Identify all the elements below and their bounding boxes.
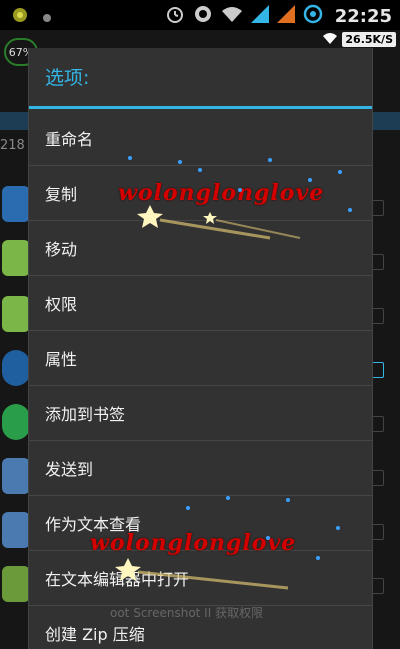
dot-icon xyxy=(42,8,52,27)
sparkle-icon xyxy=(115,496,340,590)
network-speed-badge: 26.5K/S xyxy=(322,30,396,48)
wifi-icon xyxy=(322,32,338,47)
menu-item-label: 权限 xyxy=(45,295,78,314)
data-icon xyxy=(303,4,323,28)
android-icon xyxy=(2,566,30,602)
menu-item-label: 添加到书签 xyxy=(45,405,126,424)
menu-item-permissions[interactable]: 权限 xyxy=(29,276,372,331)
app-icon xyxy=(2,350,30,386)
dialog-header: 选项: xyxy=(29,48,372,109)
sparkle-icon xyxy=(128,156,352,240)
background-hint-text: oot Screenshot II 获取权限 xyxy=(110,606,264,620)
android-icon xyxy=(2,296,30,332)
dialog-title: 选项: xyxy=(45,67,90,89)
wifi-icon xyxy=(221,5,243,27)
app-icon xyxy=(2,512,30,548)
android-debug-icon xyxy=(12,7,28,27)
menu-item-label: 移动 xyxy=(45,240,78,259)
menu-item-label: 发送到 xyxy=(45,460,94,479)
network-speed: 26.5K/S xyxy=(342,31,396,47)
app-icon xyxy=(2,458,30,494)
alarm-icon xyxy=(165,4,185,28)
menu-item-label: 复制 xyxy=(45,185,78,204)
menu-item-label: 属性 xyxy=(45,350,78,369)
signal-icon-2 xyxy=(276,5,295,27)
signal-icon xyxy=(250,5,269,27)
app-icon xyxy=(2,404,30,440)
clock: 22:25 xyxy=(334,5,392,27)
menu-item-label: 创建 Zip 压缩 xyxy=(45,625,145,644)
menu-item-label: 重命名 xyxy=(45,130,94,149)
app-icon xyxy=(2,240,30,276)
status-bar: 22:25 xyxy=(0,0,400,30)
background-count: 218 xyxy=(0,138,25,153)
app-icon xyxy=(2,186,30,222)
menu-item-properties[interactable]: 属性 xyxy=(29,331,372,386)
sync-icon xyxy=(193,4,213,28)
menu-item-add-bookmark[interactable]: 添加到书签 xyxy=(29,386,372,441)
